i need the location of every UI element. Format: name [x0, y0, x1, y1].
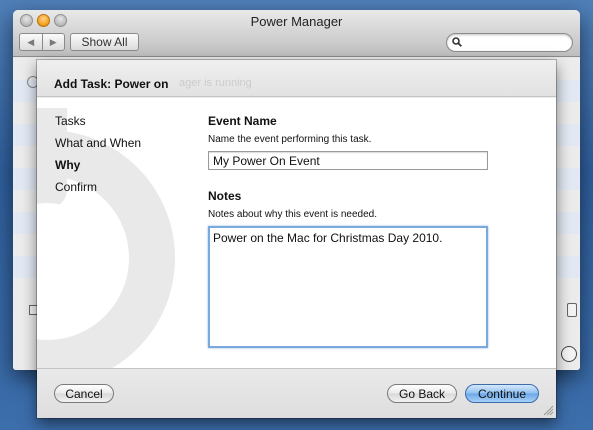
window-title: Power Manager — [250, 14, 343, 29]
resize-grip-icon[interactable] — [543, 405, 554, 416]
step-why: Why — [55, 158, 81, 172]
why-form: Event Name Name the event performing thi… — [208, 114, 508, 348]
search-icon — [452, 37, 462, 47]
notes-description: Notes about why this event is needed. — [208, 209, 377, 220]
window-titlebar: Power Manager ◀ ▶ Show All — [13, 10, 580, 57]
notes-textarea[interactable]: Power on the Mac for Christmas Day 2010. — [208, 226, 488, 348]
add-task-sheet: Add Task: Power on ager is running Tasks… — [37, 60, 556, 418]
search-field[interactable] — [446, 33, 573, 52]
event-name-field[interactable]: My Power On Event — [208, 151, 488, 170]
continue-button[interactable]: Continue — [465, 384, 539, 403]
background-help-icon — [561, 346, 577, 362]
go-back-button[interactable]: Go Back — [387, 384, 457, 403]
steps-list: Tasks What and When Why Confirm — [55, 112, 141, 200]
back-arrow-icon[interactable]: ◀ — [20, 34, 42, 50]
background-stepper-control — [567, 303, 577, 317]
step-tasks: Tasks — [55, 114, 86, 128]
show-all-button[interactable]: Show All — [70, 33, 139, 51]
sheet-content: Tasks What and When Why Confirm Event Na… — [37, 98, 556, 368]
sheet-title: Add Task: Power on — [54, 77, 169, 91]
cancel-button[interactable]: Cancel — [54, 384, 114, 403]
sheet-header: Add Task: Power on ager is running — [37, 60, 556, 97]
forward-arrow-icon[interactable]: ▶ — [41, 34, 65, 50]
event-name-description: Name the event performing this task. — [208, 134, 372, 145]
background-status-text: ager is running — [179, 77, 252, 89]
event-name-title: Event Name — [208, 114, 277, 128]
notes-title: Notes — [208, 189, 242, 203]
step-confirm: Confirm — [55, 180, 98, 194]
sheet-footer: Cancel Go Back Continue — [37, 368, 556, 418]
back-forward-control[interactable]: ◀ ▶ — [19, 33, 65, 51]
step-what-and-when: What and When — [55, 136, 142, 150]
